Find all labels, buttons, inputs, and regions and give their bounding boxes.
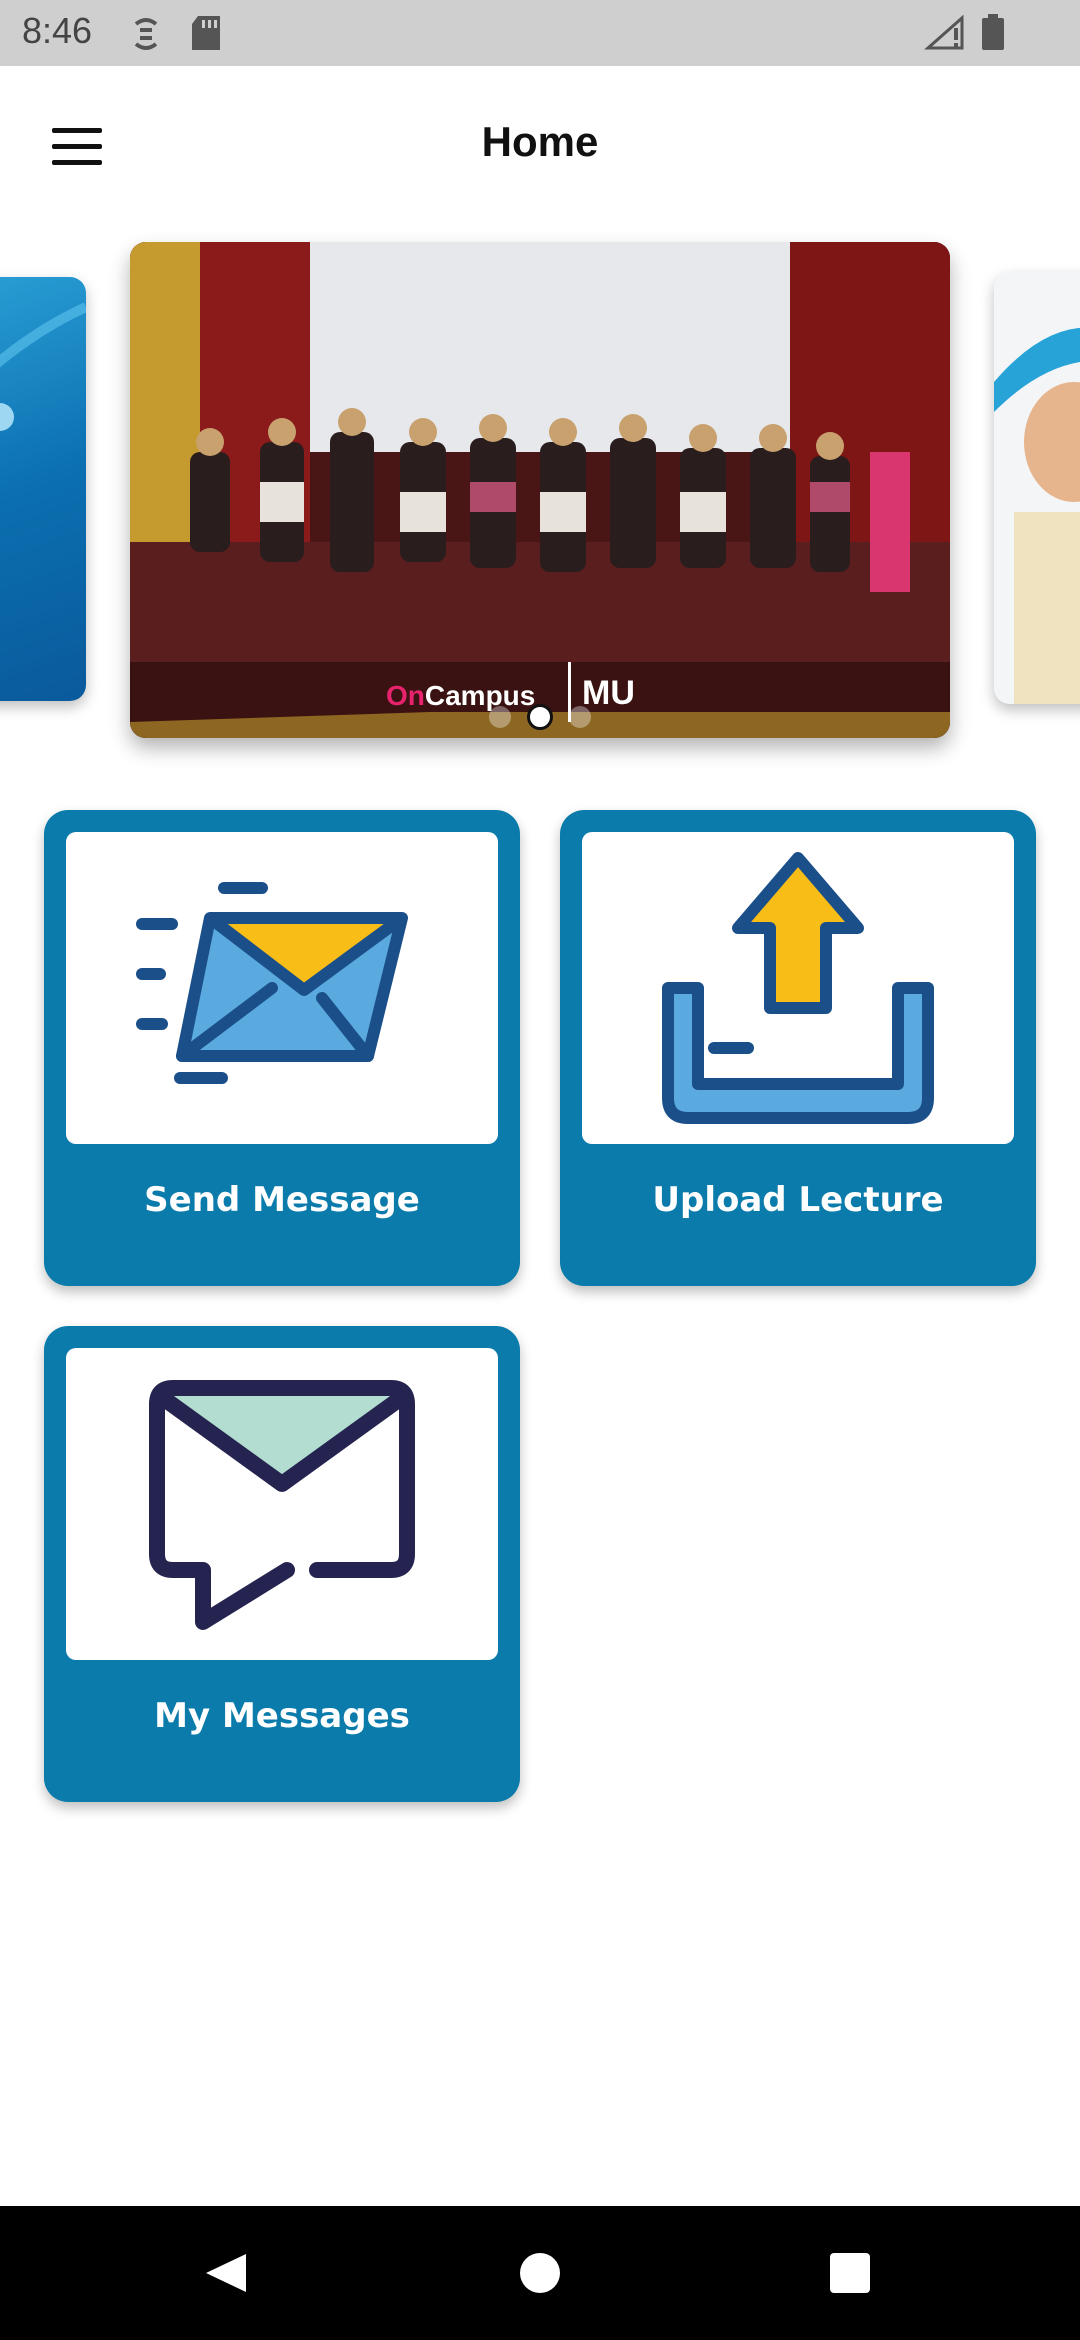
carousel-slide-previous[interactable] bbox=[0, 277, 86, 701]
status-time: 8:46 bbox=[22, 10, 93, 51]
send-message-icon-box bbox=[66, 832, 498, 1144]
carousel-dot[interactable] bbox=[569, 706, 592, 728]
carousel-slide-current[interactable]: OnCampus MU bbox=[130, 242, 950, 738]
signal-icon bbox=[924, 14, 966, 57]
back-icon[interactable] bbox=[146, 2206, 306, 2340]
image-carousel[interactable]: OnCampus MU bbox=[0, 220, 1080, 760]
send-message-label: Send Message bbox=[144, 1180, 420, 1220]
carousel-dot[interactable] bbox=[488, 706, 511, 728]
my-messages-label: My Messages bbox=[154, 1696, 410, 1736]
app-bar: Home bbox=[0, 66, 1080, 220]
home-icon[interactable] bbox=[460, 2206, 620, 2340]
upload-lecture-tile[interactable]: Upload Lecture bbox=[560, 810, 1036, 1286]
send-message-tile[interactable]: Send Message bbox=[44, 810, 520, 1286]
page-title: Home bbox=[481, 118, 599, 165]
recents-icon[interactable] bbox=[770, 2206, 930, 2340]
my-messages-tile[interactable]: My Messages bbox=[44, 1326, 520, 1802]
sync-icon bbox=[128, 14, 164, 59]
carousel-dot-active[interactable] bbox=[527, 704, 553, 730]
battery-icon bbox=[980, 14, 1006, 57]
upload-lecture-icon-box bbox=[582, 832, 1014, 1144]
carousel-slide-next[interactable] bbox=[994, 272, 1080, 704]
carousel-indicator bbox=[0, 704, 1080, 734]
message-inbox-icon bbox=[149, 1380, 415, 1630]
status-bar: 8:46 bbox=[0, 0, 1080, 66]
send-mail-icon bbox=[136, 882, 408, 1084]
home-screen: 8:46 Home OnCampus MU Send Message Uploa… bbox=[0, 0, 1080, 2340]
sd-card-icon bbox=[190, 14, 224, 57]
upload-icon bbox=[662, 852, 934, 1124]
upload-lecture-label: Upload Lecture bbox=[652, 1180, 944, 1220]
system-nav-bar bbox=[0, 2206, 1080, 2340]
my-messages-icon-box bbox=[66, 1348, 498, 1660]
